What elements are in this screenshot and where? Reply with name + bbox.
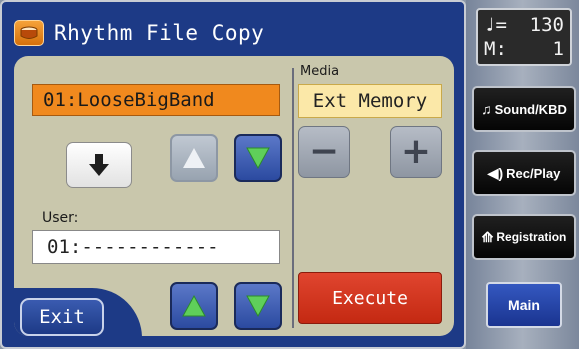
- media-minus-button[interactable]: −: [298, 126, 350, 178]
- rhythm-pattern-field[interactable]: 01:LooseBigBand: [32, 84, 280, 116]
- title-bar: Rhythm File Copy: [14, 16, 454, 50]
- user-file-field[interactable]: 01:------------: [32, 230, 280, 264]
- copy-down-arrow-button[interactable]: [66, 142, 132, 188]
- main-button[interactable]: Main: [486, 282, 562, 328]
- tempo-symbol: ♩=: [484, 14, 507, 36]
- user-label: User:: [42, 210, 79, 226]
- media-label: Media: [300, 64, 340, 79]
- triangle-up-icon: [183, 148, 205, 168]
- user-up-button[interactable]: [170, 282, 218, 330]
- tempo-value: 130: [529, 14, 564, 36]
- media-plus-button[interactable]: +: [390, 126, 442, 178]
- sound-kbd-button[interactable]: ♫ Sound/KBD: [472, 86, 576, 132]
- registration-label: Registration: [496, 230, 567, 244]
- sound-kbd-label: Sound/KBD: [494, 101, 567, 117]
- tempo-row: ♩= 130: [484, 13, 564, 37]
- measure-value: 1: [552, 38, 564, 60]
- triangle-down-icon: [246, 147, 270, 170]
- pattern-up-button[interactable]: [170, 134, 218, 182]
- arrow-down-icon: [89, 154, 109, 176]
- execute-button[interactable]: Execute: [298, 272, 442, 324]
- page-title: Rhythm File Copy: [54, 21, 265, 45]
- user-down-button[interactable]: [234, 282, 282, 330]
- plus-icon: +: [400, 131, 432, 172]
- rec-play-label: Rec/Play: [506, 165, 561, 181]
- registration-button[interactable]: ⟰ Registration: [472, 214, 576, 260]
- minus-icon: −: [308, 131, 340, 172]
- measure-row: M: 1: [484, 37, 564, 61]
- panel-divider: [292, 68, 294, 328]
- music-book-icon: ⟰: [481, 228, 494, 245]
- tempo-lcd: ♩= 130 M: 1: [476, 8, 572, 66]
- exit-button[interactable]: Exit: [20, 298, 104, 336]
- media-field[interactable]: Ext Memory: [298, 84, 442, 118]
- content-panel: 01:LooseBigBand User: 01:------------ Me…: [14, 56, 454, 336]
- pattern-down-button[interactable]: [234, 134, 282, 182]
- hardware-side-panel: ♩= 130 M: 1 ♫ Sound/KBD ◀) Rec/Play ⟰ Re…: [466, 0, 579, 349]
- main-screen: Rhythm File Copy 01:LooseBigBand User: 0…: [0, 0, 466, 349]
- speaker-icon: ◀): [487, 164, 504, 181]
- triangle-up-icon: [182, 294, 206, 317]
- music-note-icon: ♫: [481, 101, 492, 117]
- triangle-down-icon: [246, 295, 270, 318]
- rec-play-button[interactable]: ◀) Rec/Play: [472, 150, 576, 196]
- measure-label: M:: [484, 38, 507, 60]
- rhythm-drum-icon: [14, 20, 44, 46]
